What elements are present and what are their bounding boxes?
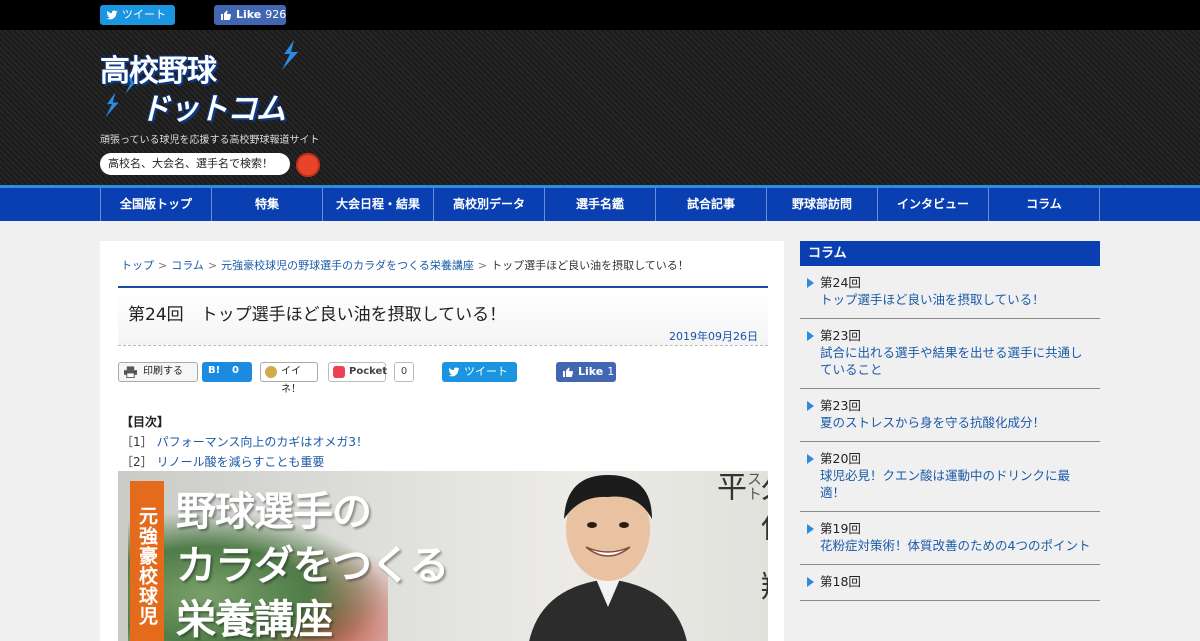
breadcrumb-link-series[interactable]: 元強豪校球児の野球選手のカラダをつくる栄養講座 xyxy=(221,259,474,272)
sidebar-item[interactable]: 第19回 花粉症対策術！体質改善のための4つのポイント xyxy=(800,512,1100,565)
twitter-bird-icon xyxy=(106,10,118,20)
tweet-label: ツイート xyxy=(122,8,166,21)
thumbs-up-icon xyxy=(563,367,574,377)
site-logo[interactable]: 高校野球 ドットコム xyxy=(100,40,300,127)
hatena-bookmark-icon: B! xyxy=(208,365,221,376)
mixi-like-button[interactable]: イイネ！ xyxy=(260,362,318,395)
sidebar-item-number: 第24回 xyxy=(820,275,861,290)
hatena-bookmark-button[interactable]: B! 0 xyxy=(202,362,252,382)
sidebar: コラム 第24回 トップ選手ほど良い油を摂取している！ 第23回 試合に出れる選… xyxy=(800,241,1100,641)
mixi-label: イイネ！ xyxy=(281,366,301,395)
sidebar-item-title[interactable]: 花粉症対策術！体質改善のための4つのポイント xyxy=(820,538,1090,553)
like-label: Like xyxy=(578,365,604,378)
hatena-bookmark-count: 0 xyxy=(232,365,239,376)
sidebar-item-number: 第23回 xyxy=(820,398,861,413)
pocket-label: Pocket xyxy=(349,366,388,377)
pocket-count: 0 xyxy=(394,362,414,382)
nav-item-top[interactable]: 全国版トップ xyxy=(101,188,212,221)
sidebar-item-number: 第18回 xyxy=(820,574,861,589)
hero-title-line1: 野球選手の xyxy=(176,489,372,535)
tweet-label: ツイート xyxy=(464,365,508,378)
sidebar-item-title[interactable]: 夏のストレスから身を守る抗酸化成分！ xyxy=(820,415,1045,430)
article-header: 第24回 トップ選手ほど良い油を摂取している！ 2019年09月26日 xyxy=(118,286,768,346)
breadcrumb-link-top[interactable]: トップ xyxy=(121,259,154,272)
breadcrumb-current: トップ選手ほど良い油を摂取している！ xyxy=(491,259,689,272)
toc-item-link[interactable]: パフォーマンス向上のカギはオメガ3！ xyxy=(157,435,368,449)
sidebar-heading: コラム xyxy=(800,241,1100,266)
article-main: トップ > コラム > 元強豪校球児の野球選手のカラダをつくる栄養講座 > トップ選手ほど良… xyxy=(100,241,784,641)
sidebar-item[interactable]: 第24回 トップ選手ほど良い油を摂取している！ xyxy=(800,266,1100,319)
arrow-right-icon xyxy=(807,278,814,288)
lightning-icon xyxy=(105,92,119,118)
sidebar-item-number: 第23回 xyxy=(820,328,861,343)
toc-item: ［2］ リノール酸を減らすことも重要 xyxy=(121,452,368,472)
article-facebook-like-button[interactable]: Like 1 xyxy=(556,362,616,382)
site-header: 高校野球 ドットコム 頑張っている球児を応援する高校野球報道サイト 高校名、大会… xyxy=(0,30,1200,185)
arrow-right-icon xyxy=(807,577,814,587)
toc-item: ［1］ パフォーマンス向上のカギはオメガ3！ xyxy=(121,432,368,452)
toc-item-number: ［2］ xyxy=(121,455,153,469)
like-count: 926 xyxy=(265,8,287,21)
arrow-right-icon xyxy=(807,331,814,341)
sidebar-item-title[interactable]: トップ選手ほど良い油を摂取している！ xyxy=(820,292,1045,307)
toc-heading: 【目次】 xyxy=(121,415,170,429)
author-portrait xyxy=(529,475,687,641)
mixi-icon xyxy=(265,366,277,378)
sidebar-item[interactable]: 第23回 夏のストレスから身を守る抗酸化成分！ xyxy=(800,389,1100,442)
article-tweet-button[interactable]: ツイート xyxy=(442,362,517,382)
tweet-button[interactable]: ツイート xyxy=(100,5,175,25)
logo-text-line2: ドットコム xyxy=(140,92,286,127)
breadcrumb-separator: > xyxy=(207,259,218,272)
global-nav: 全国版トップ 特集 大会日程・結果 高校別データ 選手名鑑 試合記事 野球部訪問… xyxy=(0,185,1200,221)
nav-item-feature[interactable]: 特集 xyxy=(212,188,323,221)
search-button[interactable] xyxy=(296,153,320,177)
breadcrumb-separator: > xyxy=(158,259,168,272)
site-tagline: 頑張っている球児を応援する高校野球報道サイト xyxy=(100,135,320,146)
breadcrumb-separator: > xyxy=(477,259,488,272)
twitter-bird-icon xyxy=(448,367,460,377)
sidebar-item-title[interactable]: 試合に出れる選手や結果を出せる選手に共通していること xyxy=(820,345,1083,377)
arrow-right-icon xyxy=(807,524,814,534)
nav-item-team-visits[interactable]: 野球部訪問 xyxy=(767,188,878,221)
arrow-right-icon xyxy=(807,401,814,411)
article-date: 2019年09月26日 xyxy=(669,330,758,343)
lightning-icon xyxy=(282,40,298,70)
sidebar-item[interactable]: 第18回 xyxy=(800,565,1100,601)
thumbs-up-icon xyxy=(221,10,232,20)
nav-item-game-reports[interactable]: 試合記事 xyxy=(656,188,767,221)
like-label: Like xyxy=(236,8,262,21)
hero-title-line2: カラダをつくる xyxy=(176,543,449,589)
toc-item-number: ［1］ xyxy=(121,435,153,449)
facebook-like-button[interactable]: Like 926 xyxy=(214,5,286,25)
article-title: 第24回 トップ選手ほど良い油を摂取している！ xyxy=(128,305,507,325)
author-role: スポーツ栄養スペシャリスト xyxy=(745,471,768,636)
hero-title-line3: 栄養講座 xyxy=(176,597,333,641)
table-of-contents: 【目次】 ［1］ パフォーマンス向上のカギはオメガ3！ ［2］ リノール酸を減らすこ… xyxy=(121,412,368,472)
printer-icon xyxy=(124,366,137,378)
print-button[interactable]: 印刷する xyxy=(118,362,198,382)
pocket-button[interactable]: Pocket xyxy=(328,362,388,382)
nav-item-interview[interactable]: インタビュー xyxy=(878,188,989,221)
breadcrumb-link-column[interactable]: コラム xyxy=(171,259,204,272)
article-hero-image: 元強豪校球児 野球選手の カラダをつくる 栄養講座 久保 翔平 スポーツ栄養スペ… xyxy=(118,471,768,641)
nav-item-players[interactable]: 選手名鑑 xyxy=(545,188,656,221)
print-label: 印刷する xyxy=(143,366,183,377)
hero-badge: 元強豪校球児 xyxy=(130,481,164,641)
nav-item-school-data[interactable]: 高校別データ xyxy=(434,188,545,221)
sidebar-item-title[interactable]: 球児必見！クエン酸は運動中のドリンクに最適！ xyxy=(820,468,1070,500)
pocket-icon xyxy=(333,366,345,378)
social-bar: ツイート Like 926 xyxy=(0,0,1200,30)
nav-item-column[interactable]: コラム xyxy=(989,188,1100,221)
sidebar-item-number: 第20回 xyxy=(820,451,861,466)
toc-item-link[interactable]: リノール酸を減らすことも重要 xyxy=(157,455,325,469)
like-count: 1 xyxy=(607,365,615,378)
nav-item-schedule[interactable]: 大会日程・結果 xyxy=(323,188,434,221)
breadcrumb: トップ > コラム > 元強豪校球児の野球選手のカラダをつくる栄養講座 > トップ選手ほど良… xyxy=(121,257,689,273)
search-input[interactable]: 高校名、大会名、選手名で検索！ xyxy=(100,153,290,175)
sidebar-item-number: 第19回 xyxy=(820,521,861,536)
sidebar-item[interactable]: 第20回 球児必見！クエン酸は運動中のドリンクに最適！ xyxy=(800,442,1100,512)
arrow-right-icon xyxy=(807,454,814,464)
sidebar-item[interactable]: 第23回 試合に出れる選手や結果を出せる選手に共通していること xyxy=(800,319,1100,389)
